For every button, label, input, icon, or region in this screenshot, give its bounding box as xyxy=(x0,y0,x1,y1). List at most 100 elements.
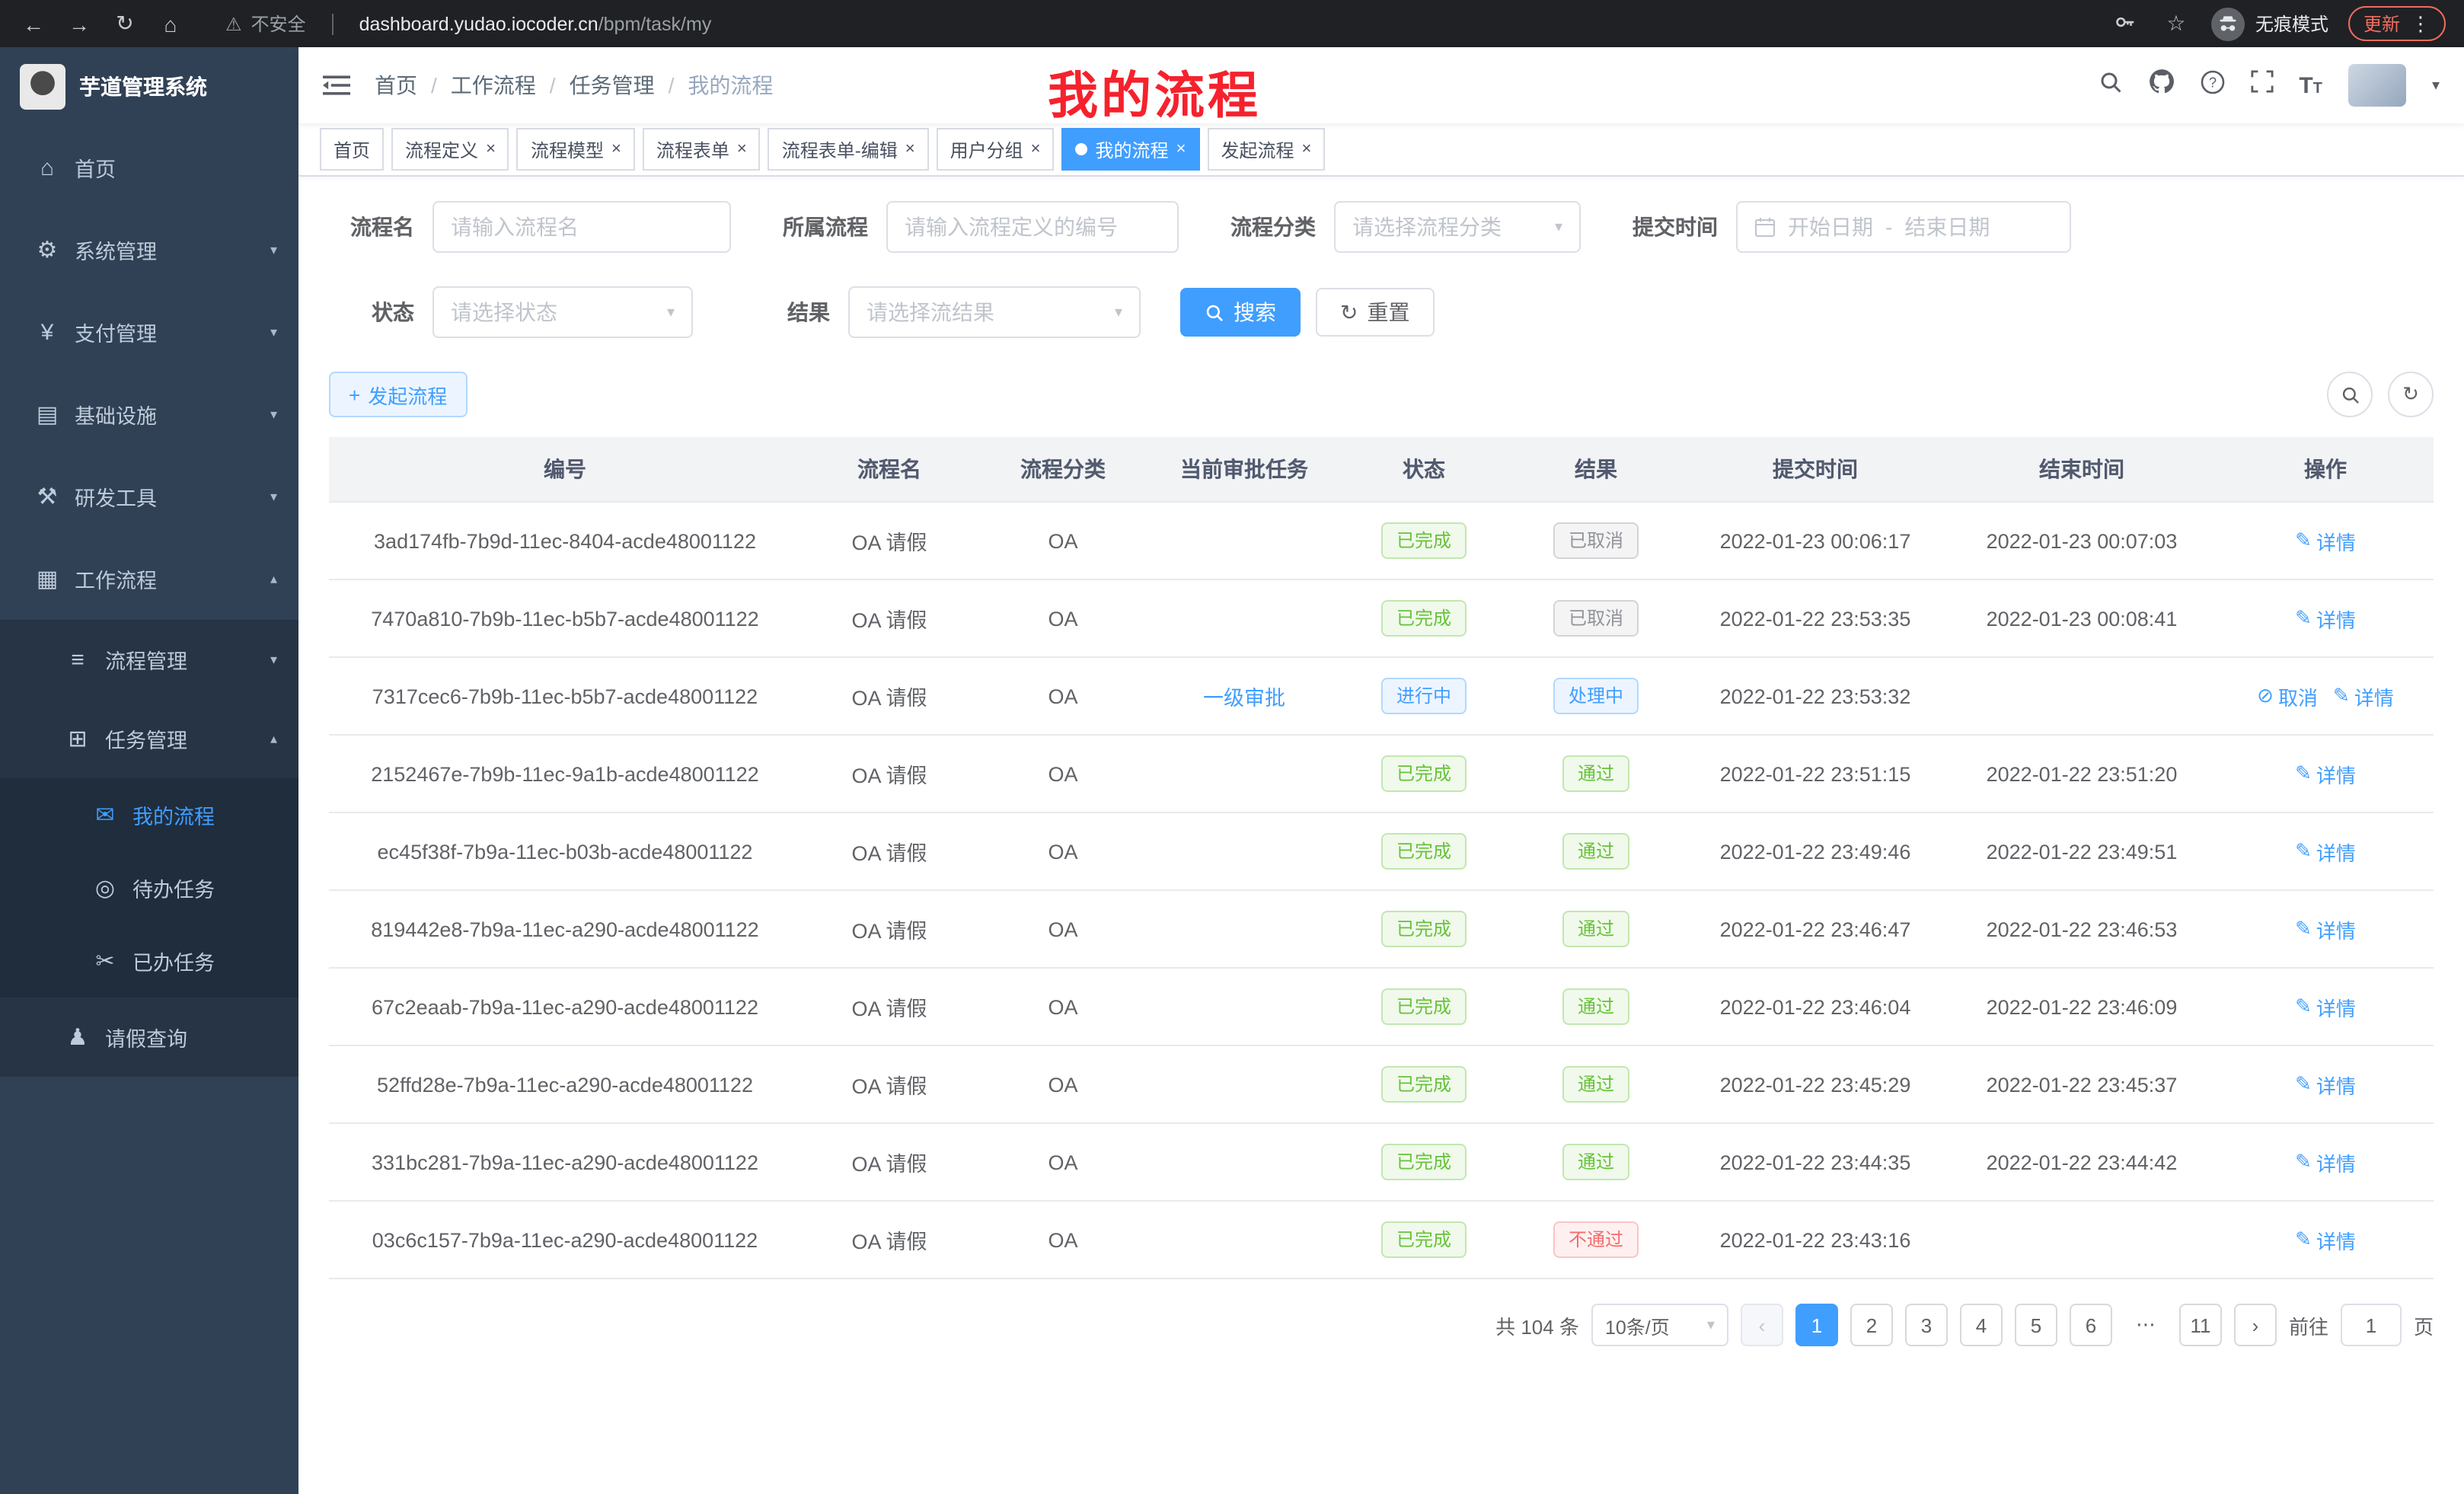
page-button-1[interactable]: 1 xyxy=(1795,1304,1838,1346)
fullscreen-icon[interactable] xyxy=(2250,70,2273,101)
home-icon[interactable]: ⌂ xyxy=(155,11,186,36)
sidebar-item-system[interactable]: ⚙ 系统管理 ▾ xyxy=(0,209,298,291)
page-button-6[interactable]: 6 xyxy=(2070,1304,2112,1346)
sidebar-item-payment[interactable]: ¥ 支付管理 ▾ xyxy=(0,291,298,373)
process-name-input[interactable] xyxy=(432,201,731,253)
cell-end-time: 2022-01-22 23:49:51 xyxy=(1946,812,2217,890)
close-icon[interactable]: × xyxy=(1301,140,1311,158)
plus-icon: + xyxy=(349,383,360,406)
detail-link[interactable]: ✎详情 xyxy=(2333,682,2394,710)
detail-link[interactable]: ✎详情 xyxy=(2295,915,2356,943)
start-process-button[interactable]: + 发起流程 xyxy=(329,372,467,417)
detail-link[interactable]: ✎详情 xyxy=(2295,837,2356,866)
help-icon[interactable]: ? xyxy=(2200,69,2224,101)
more-pages-icon[interactable]: ⋯ xyxy=(2124,1304,2167,1346)
page-size-select[interactable]: 10条/页 ▾ xyxy=(1591,1304,1728,1346)
breadcrumb-workflow[interactable]: 工作流程 xyxy=(451,70,536,101)
tab-home[interactable]: 首页 xyxy=(320,128,384,171)
sidebar-item-infrastructure[interactable]: ▤ 基础设施 ▾ xyxy=(0,373,298,455)
category-select[interactable]: 请选择流程分类 ▾ xyxy=(1334,201,1581,253)
page-button-4[interactable]: 4 xyxy=(1960,1304,2003,1346)
close-icon[interactable]: × xyxy=(486,140,496,158)
search-icon[interactable] xyxy=(2098,69,2122,101)
security-indicator[interactable]: ⚠ 不安全 xyxy=(225,11,306,37)
breadcrumb-home[interactable]: 首页 xyxy=(375,70,417,101)
tab-my-process[interactable]: 我的流程× xyxy=(1062,128,1200,171)
refresh-table-icon[interactable]: ↻ xyxy=(2388,372,2434,417)
update-label: 更新 xyxy=(2363,11,2400,37)
collapse-sidebar-icon[interactable] xyxy=(323,73,350,97)
detail-label: 详情 xyxy=(2316,1225,2356,1254)
tab-process-form-edit[interactable]: 流程表单-编辑× xyxy=(768,128,929,171)
cell-submit-time: 2022-01-22 23:49:46 xyxy=(1684,812,1946,890)
logo[interactable]: 芋道管理系统 xyxy=(0,47,298,126)
sidebar-item-todo-tasks[interactable]: ◎ 待办任务 xyxy=(0,851,298,924)
page-button-2[interactable]: 2 xyxy=(1850,1304,1893,1346)
edit-icon: ✎ xyxy=(2295,917,2312,941)
edit-icon: ✎ xyxy=(2295,1150,2312,1174)
close-icon[interactable]: × xyxy=(1176,140,1186,158)
date-range-picker[interactable]: 开始日期 - 结束日期 xyxy=(1736,201,2071,253)
back-icon[interactable]: ← xyxy=(18,11,49,36)
sidebar-item-process-management[interactable]: ≡ 流程管理 ▾ xyxy=(0,620,298,699)
close-icon[interactable]: × xyxy=(737,140,747,158)
next-page-button[interactable]: › xyxy=(2234,1304,2277,1346)
status-badge: 已完成 xyxy=(1381,988,1467,1025)
prev-page-button[interactable]: ‹ xyxy=(1741,1304,1783,1346)
detail-link[interactable]: ✎详情 xyxy=(2295,1070,2356,1099)
detail-link[interactable]: ✎详情 xyxy=(2295,1148,2356,1176)
process-def-input[interactable] xyxy=(886,201,1179,253)
tab-process-form[interactable]: 流程表单× xyxy=(643,128,761,171)
search-button[interactable]: 搜索 xyxy=(1180,288,1301,337)
reload-icon[interactable]: ↻ xyxy=(110,11,140,37)
tab-start-process[interactable]: 发起流程× xyxy=(1207,128,1325,171)
toggle-search-icon[interactable] xyxy=(2327,372,2373,417)
sidebar-item-home[interactable]: ⌂ 首页 xyxy=(0,126,298,209)
page-button-5[interactable]: 5 xyxy=(2015,1304,2057,1346)
detail-label: 详情 xyxy=(2316,759,2356,788)
avatar[interactable] xyxy=(2348,64,2406,107)
font-size-icon[interactable]: TT xyxy=(2299,72,2322,98)
key-icon[interactable] xyxy=(2111,10,2141,37)
reset-button[interactable]: ↻ 重置 xyxy=(1316,288,1434,337)
update-browser-button[interactable]: 更新 ⋮ xyxy=(2348,6,2446,41)
sidebar-item-my-process[interactable]: ✉ 我的流程 xyxy=(0,778,298,851)
cell-task xyxy=(1148,1045,1340,1123)
forward-icon[interactable]: → xyxy=(64,11,94,36)
sidebar-item-done-tasks[interactable]: ✂ 已办任务 xyxy=(0,924,298,998)
cell-category: OA xyxy=(978,1045,1148,1123)
tab-user-group[interactable]: 用户分组 × xyxy=(937,128,1055,171)
close-icon[interactable]: × xyxy=(905,140,915,158)
detail-link[interactable]: ✎详情 xyxy=(2295,526,2356,555)
tab-process-model[interactable]: 流程模型× xyxy=(517,128,635,171)
address-bar[interactable]: dashboard.yudao.iocoder.cn/bpm/task/my xyxy=(359,13,712,34)
detail-link[interactable]: ✎详情 xyxy=(2295,604,2356,633)
cancel-link[interactable]: ⊘取消 xyxy=(2257,682,2318,710)
sidebar-item-workflow[interactable]: ▦ 工作流程 ▴ xyxy=(0,538,298,620)
page-button-3[interactable]: 3 xyxy=(1905,1304,1948,1346)
breadcrumb-task-management[interactable]: 任务管理 xyxy=(570,70,655,101)
cell-name: OA 请假 xyxy=(801,735,978,812)
bookmark-star-icon[interactable]: ☆ xyxy=(2161,11,2191,37)
github-icon[interactable] xyxy=(2148,69,2174,102)
tab-label: 用户分组 xyxy=(950,136,1023,162)
detail-link[interactable]: ✎详情 xyxy=(2295,1225,2356,1254)
tab-process-definition[interactable]: 流程定义× xyxy=(391,128,509,171)
sidebar-item-task-management[interactable]: ⊞ 任务管理 ▴ xyxy=(0,699,298,778)
status-badge: 已完成 xyxy=(1381,1221,1467,1258)
goto-page-input[interactable] xyxy=(2341,1304,2402,1346)
current-task-link[interactable]: 一级审批 xyxy=(1203,687,1285,710)
browser-menu-icon[interactable]: ⋮ xyxy=(2411,11,2430,36)
close-icon[interactable]: × xyxy=(1031,140,1041,158)
page-button-11[interactable]: 11 xyxy=(2179,1304,2222,1346)
status-select[interactable]: 请选择状态 ▾ xyxy=(432,286,693,338)
tasks-icon: ⊞ xyxy=(61,725,94,752)
detail-link[interactable]: ✎详情 xyxy=(2295,992,2356,1021)
result-select[interactable]: 请选择流结果 ▾ xyxy=(848,286,1141,338)
sidebar-item-leave-query[interactable]: ♟ 请假查询 xyxy=(0,998,298,1077)
column-header-status: 状态 xyxy=(1340,437,1508,502)
close-icon[interactable]: × xyxy=(611,140,621,158)
chevron-down-icon[interactable]: ▾ xyxy=(2432,77,2440,94)
sidebar-item-devtools[interactable]: ⚒ 研发工具 ▾ xyxy=(0,455,298,538)
detail-link[interactable]: ✎详情 xyxy=(2295,759,2356,788)
